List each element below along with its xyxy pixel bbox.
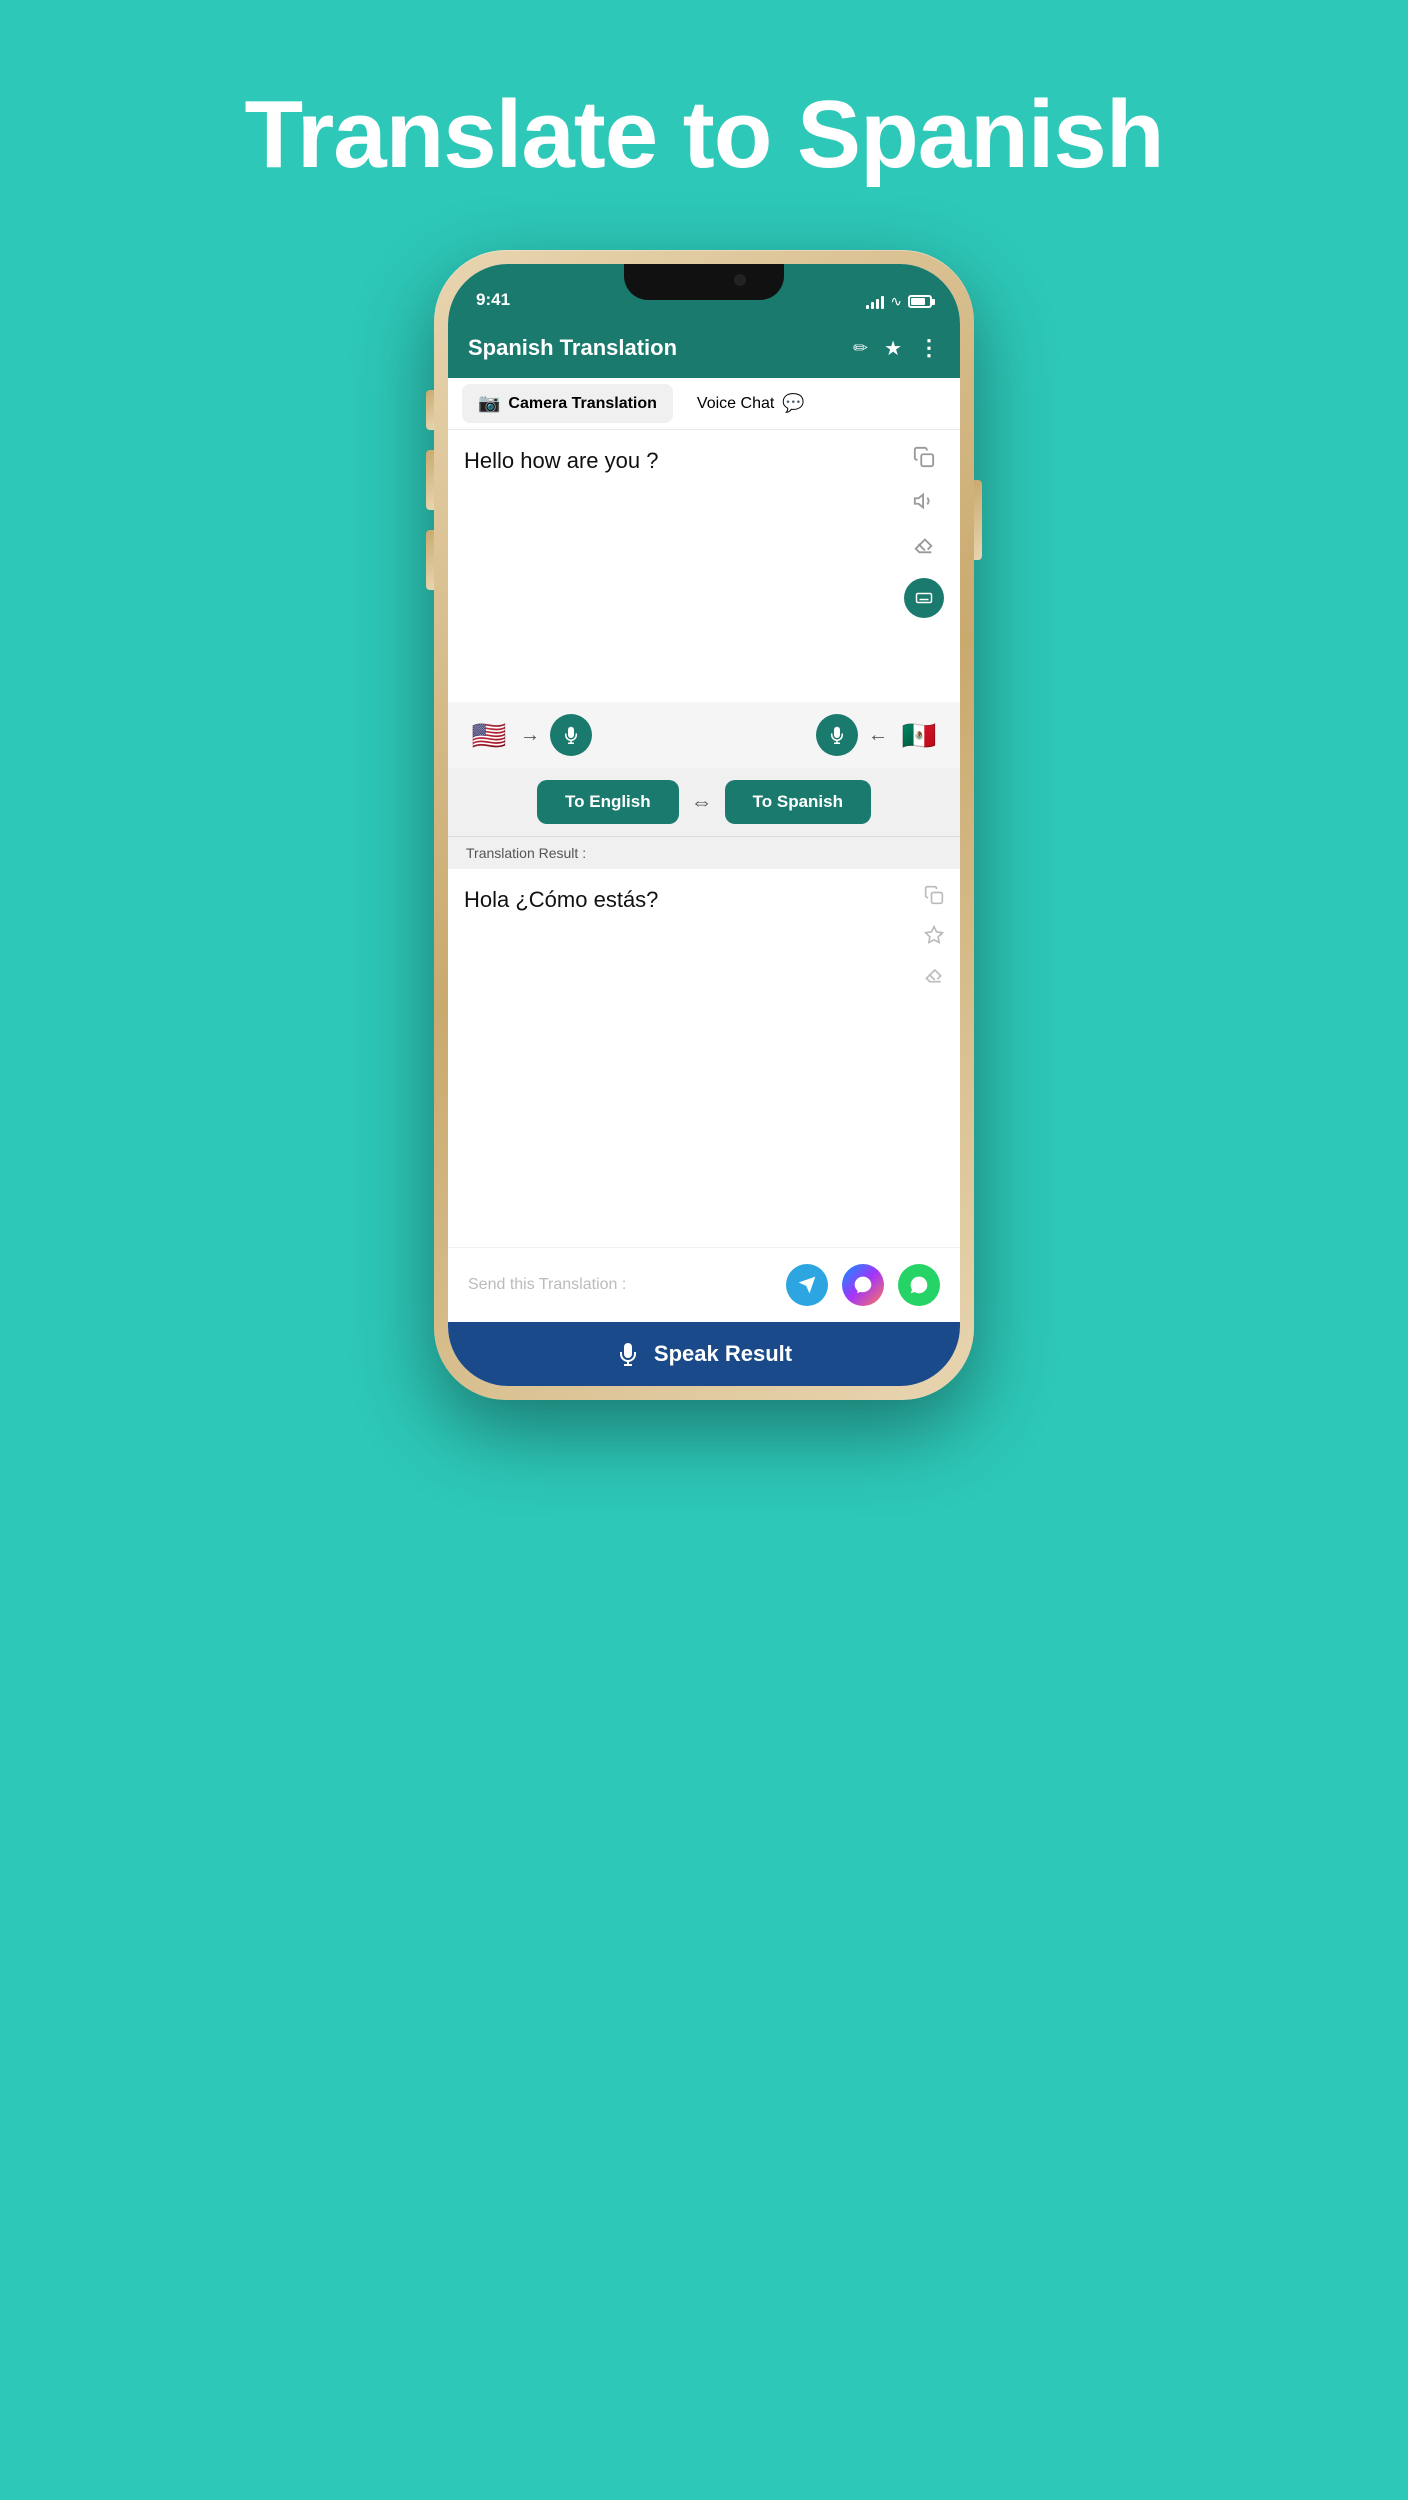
result-header: Translation Result : xyxy=(448,836,960,869)
result-header-label: Translation Result : xyxy=(466,845,586,861)
to-english-button[interactable]: To English xyxy=(537,780,679,824)
arrow-left-icon: ← xyxy=(868,724,888,747)
source-lang-group[interactable]: 🇺🇸 → xyxy=(468,714,592,756)
header-actions: ✏ ★ ⋮ xyxy=(853,335,940,361)
notch xyxy=(624,264,784,300)
result-actions xyxy=(924,885,944,991)
result-area: Hola ¿Cómo estás? xyxy=(448,869,960,1007)
status-bar: 9:41 ∿ xyxy=(448,264,960,318)
edit-icon[interactable]: ✏ xyxy=(853,338,868,359)
volume-icon[interactable] xyxy=(913,490,935,518)
camera-icon: 📷 xyxy=(478,393,500,414)
front-camera xyxy=(734,274,746,286)
phone-screen: 9:41 ∿ Spanish Translation ✏ ★ ⋮ xyxy=(448,264,960,1386)
result-copy-icon[interactable] xyxy=(924,885,944,911)
us-flag: 🇺🇸 xyxy=(468,714,510,756)
erase-icon[interactable] xyxy=(913,534,935,562)
source-mic-button[interactable] xyxy=(550,714,592,756)
tabs-bar: 📷 Camera Translation Voice Chat 💬 xyxy=(448,378,960,430)
power-button[interactable] xyxy=(974,480,982,560)
result-erase-icon[interactable] xyxy=(924,965,944,991)
result-spacer xyxy=(448,1007,960,1247)
tab-camera[interactable]: 📷 Camera Translation xyxy=(462,384,673,423)
status-icons: ∿ xyxy=(866,293,932,310)
messenger-button[interactable] xyxy=(842,1264,884,1306)
copy-icon[interactable] xyxy=(913,446,935,474)
input-actions xyxy=(904,446,944,686)
microphone-icon xyxy=(616,1342,640,1366)
result-star-add-icon[interactable] xyxy=(924,925,944,951)
chat-icon: 💬 xyxy=(782,393,804,414)
phone-shell: 9:41 ∿ Spanish Translation ✏ ★ ⋮ xyxy=(434,250,974,1400)
app-title: Spanish Translation xyxy=(468,335,677,361)
silent-button[interactable] xyxy=(426,390,434,430)
volume-up-button[interactable] xyxy=(426,450,434,510)
app-header: Spanish Translation ✏ ★ ⋮ xyxy=(448,318,960,378)
tab-voice[interactable]: Voice Chat 💬 xyxy=(681,384,821,423)
wifi-icon: ∿ xyxy=(890,293,902,310)
arrow-right-icon: → xyxy=(520,724,540,747)
translate-buttons-row: To English ⇔ To Spanish xyxy=(448,768,960,836)
swap-icon[interactable]: ⇔ xyxy=(691,789,713,815)
target-mic-button[interactable] xyxy=(816,714,858,756)
language-row: 🇺🇸 → ← 🇲🇽 xyxy=(448,702,960,768)
target-lang-group[interactable]: ← 🇲🇽 xyxy=(816,714,940,756)
signal-icon xyxy=(866,295,884,309)
tab-camera-label: Camera Translation xyxy=(508,395,657,413)
telegram-button[interactable] xyxy=(786,1264,828,1306)
status-time: 9:41 xyxy=(476,290,510,310)
result-text: Hola ¿Cómo estás? xyxy=(464,885,914,991)
share-row: Send this Translation : xyxy=(448,1247,960,1322)
page-title: Translate to Spanish xyxy=(245,80,1164,190)
star-icon[interactable]: ★ xyxy=(884,336,902,361)
keyboard-button[interactable] xyxy=(904,578,944,618)
input-text[interactable]: Hello how are you ? xyxy=(464,446,894,686)
speak-result-label: Speak Result xyxy=(654,1341,792,1367)
battery-icon xyxy=(908,295,932,308)
tab-voice-label: Voice Chat xyxy=(697,395,774,413)
share-label: Send this Translation : xyxy=(468,1276,626,1294)
mx-flag: 🇲🇽 xyxy=(898,714,940,756)
more-icon[interactable]: ⋮ xyxy=(918,335,940,361)
whatsapp-button[interactable] xyxy=(898,1264,940,1306)
volume-down-button[interactable] xyxy=(426,530,434,590)
input-area: Hello how are you ? xyxy=(448,430,960,702)
speak-result-button[interactable]: Speak Result xyxy=(448,1322,960,1386)
to-spanish-button[interactable]: To Spanish xyxy=(725,780,871,824)
